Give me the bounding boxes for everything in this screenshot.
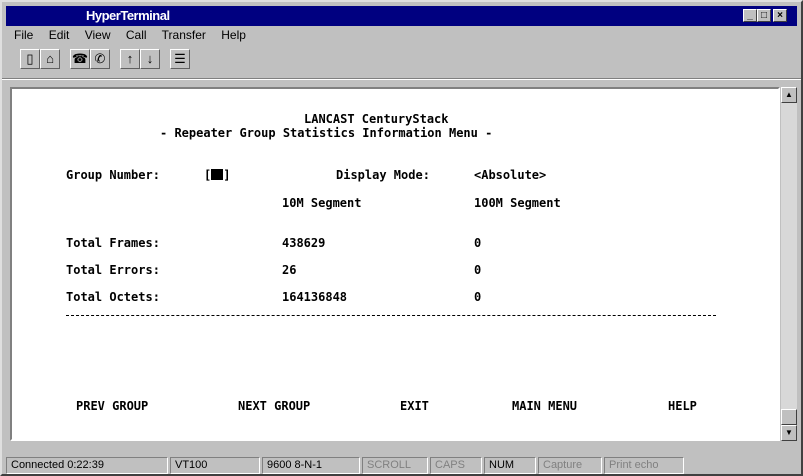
exit-command[interactable]: EXIT: [400, 399, 429, 413]
menu-bar: File Edit View Call Transfer Help: [14, 28, 258, 46]
scroll-thumb[interactable]: [781, 409, 797, 425]
new-icon[interactable]: ▯: [20, 49, 40, 69]
vertical-scrollbar[interactable]: ▲ ▼: [781, 87, 797, 441]
scroll-indicator: SCROLL: [362, 457, 428, 474]
toolbar-divider: [2, 78, 801, 80]
connection-time: Connected 0:22:39: [6, 457, 168, 474]
row-label: Total Errors:: [66, 263, 160, 277]
maximize-button[interactable]: □: [757, 9, 771, 22]
disconnect-icon[interactable]: ✆: [90, 49, 110, 69]
row-label: Total Octets:: [66, 290, 160, 304]
help-command[interactable]: HELP: [668, 399, 697, 413]
capture-indicator: Capture: [538, 457, 602, 474]
port-settings: 9600 8-N-1: [262, 457, 360, 474]
group-number-field[interactable]: []: [204, 168, 230, 182]
minimize-button[interactable]: _: [743, 9, 757, 22]
open-icon[interactable]: ⌂: [40, 49, 60, 69]
text-cursor: [211, 169, 224, 180]
hyperterminal-window: HyperTerminal _ □ × File Edit View Call …: [0, 0, 803, 476]
menu-call[interactable]: Call: [126, 28, 147, 42]
header-line2: - Repeater Group Statistics Information …: [160, 126, 493, 140]
print-echo-indicator: Print echo: [604, 457, 684, 474]
display-mode-label: Display Mode:: [336, 168, 430, 182]
group-close-bracket: ]: [223, 168, 231, 182]
menu-edit[interactable]: Edit: [49, 28, 70, 42]
status-bar: Connected 0:22:39 VT100 9600 8-N-1 SCROL…: [6, 457, 797, 474]
connect-icon[interactable]: ☎: [70, 49, 90, 69]
properties-icon[interactable]: ☰: [170, 49, 190, 69]
display-mode-value[interactable]: <Absolute>: [474, 168, 546, 182]
group-number-label: Group Number:: [66, 168, 160, 182]
column-10m: 10M Segment: [282, 196, 362, 210]
menu-transfer[interactable]: Transfer: [162, 28, 206, 42]
caps-indicator: CAPS: [430, 457, 482, 474]
scroll-up-button[interactable]: ▲: [781, 87, 797, 103]
next-group-command[interactable]: NEXT GROUP: [238, 399, 310, 413]
menu-file[interactable]: File: [14, 28, 33, 42]
row-value-10m: 164136848: [282, 290, 348, 304]
row-value-100m: 0: [474, 236, 482, 250]
prev-group-command[interactable]: PREV GROUP: [76, 399, 148, 413]
receive-icon[interactable]: ↓: [140, 49, 160, 69]
scroll-down-button[interactable]: ▼: [781, 425, 797, 441]
send-icon[interactable]: ↑: [120, 49, 140, 69]
window-title: HyperTerminal: [86, 8, 170, 23]
row-label: Total Frames:: [66, 236, 160, 250]
menu-view[interactable]: View: [85, 28, 111, 42]
main-menu-command[interactable]: MAIN MENU: [512, 399, 577, 413]
dashed-separator: [66, 315, 716, 316]
row-value-10m: 26: [282, 263, 297, 277]
group-open-bracket: [: [204, 168, 212, 182]
terminal-screen[interactable]: LANCAST CenturyStack - Repeater Group St…: [14, 102, 776, 436]
header-line1: LANCAST CenturyStack: [304, 112, 449, 126]
row-value-100m: 0: [474, 290, 482, 304]
num-indicator: NUM: [484, 457, 536, 474]
title-bar[interactable]: HyperTerminal _ □ ×: [6, 6, 797, 26]
row-value-10m: 438629: [282, 236, 326, 250]
close-button[interactable]: ×: [773, 9, 787, 22]
column-100m: 100M Segment: [474, 196, 561, 210]
row-value-100m: 0: [474, 263, 482, 277]
emulation-type: VT100: [170, 457, 260, 474]
menu-help[interactable]: Help: [221, 28, 246, 42]
